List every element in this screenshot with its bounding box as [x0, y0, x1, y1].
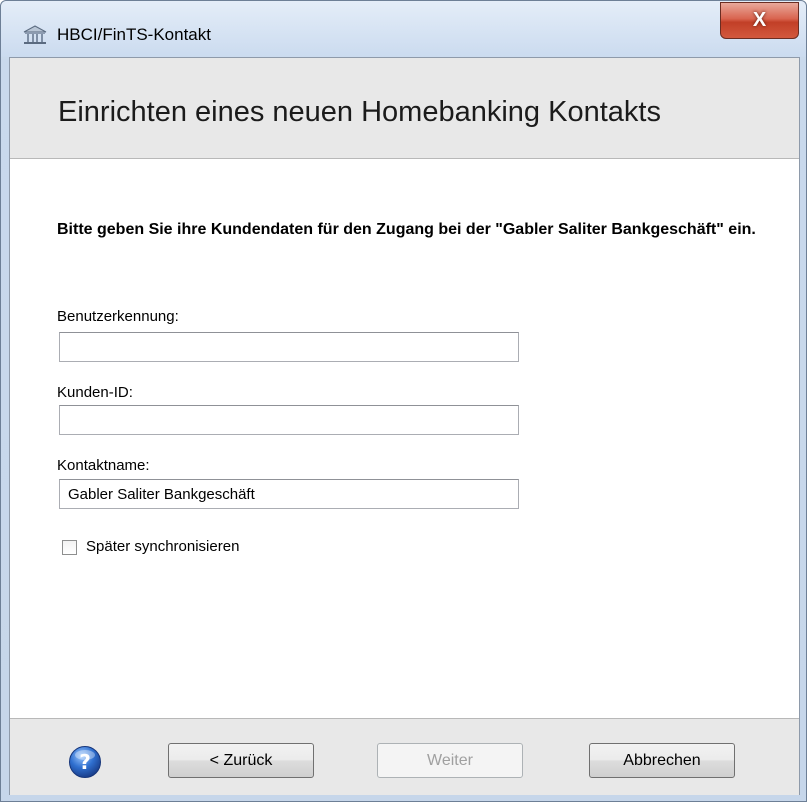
customer-id-label: Kunden-ID:	[57, 384, 133, 401]
title-bar[interactable]: HBCI/FinTS-Kontakt X	[1, 1, 806, 57]
bank-icon	[23, 25, 47, 44]
window-title: HBCI/FinTS-Kontakt	[57, 25, 211, 44]
sync-later-checkbox[interactable]	[62, 540, 77, 555]
client-area: Einrichten eines neuen Homebanking Konta…	[9, 57, 800, 795]
next-button[interactable]: Weiter	[377, 743, 523, 778]
customer-id-input[interactable]	[59, 405, 519, 435]
close-icon: X	[752, 9, 767, 31]
close-button[interactable]: X	[720, 2, 799, 39]
dialog-window: HBCI/FinTS-Kontakt X Einrichten eines ne…	[0, 0, 807, 802]
page-title: Einrichten eines neuen Homebanking Konta…	[58, 96, 661, 128]
back-button[interactable]: < Zurück	[168, 743, 314, 778]
sync-later-label[interactable]: Später synchronisieren	[86, 538, 239, 555]
contact-name-input[interactable]	[59, 479, 519, 509]
user-id-label: Benutzerkennung:	[57, 308, 179, 325]
help-icon[interactable]: ?	[68, 745, 102, 779]
header-band: Einrichten eines neuen Homebanking Konta…	[10, 58, 799, 159]
button-bar: ? < Zurück Weiter Abbrechen	[10, 718, 799, 795]
help-glyph: ?	[79, 750, 91, 774]
instruction-text: Bitte geben Sie ihre Kundendaten für den…	[57, 221, 756, 238]
cancel-button[interactable]: Abbrechen	[589, 743, 735, 778]
contact-name-label: Kontaktname:	[57, 457, 150, 474]
user-id-input[interactable]	[59, 332, 519, 362]
